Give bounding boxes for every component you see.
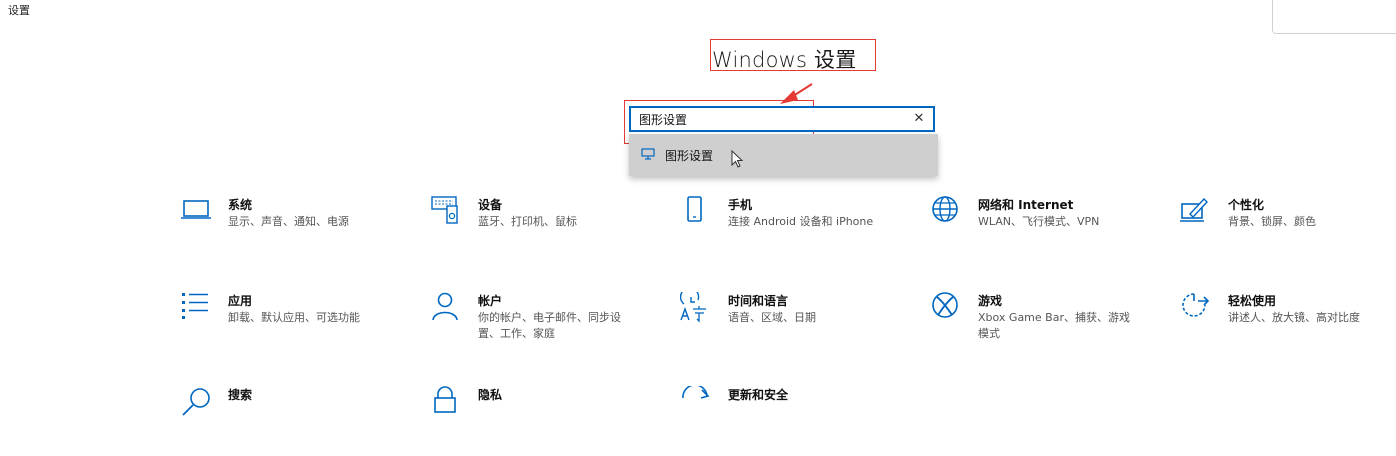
apps-list-icon bbox=[182, 293, 208, 319]
tile-personalization[interactable]: 个性化 背景、锁屏、颜色 bbox=[1180, 196, 1396, 266]
tile-name: 搜索 bbox=[228, 388, 253, 402]
tile-name: 轻松使用 bbox=[1228, 294, 1277, 308]
tile-name: 手机 bbox=[728, 198, 753, 212]
search-box[interactable]: ✕ bbox=[629, 106, 935, 132]
tile-name: 应用 bbox=[228, 294, 253, 308]
tile-privacy[interactable]: 隐私 bbox=[430, 386, 660, 456]
tile-apps[interactable]: 应用 卸载、默认应用、可选功能 bbox=[180, 292, 410, 362]
tile-name: 时间和语言 bbox=[728, 294, 789, 308]
clear-search-button[interactable]: ✕ bbox=[911, 110, 927, 128]
tile-accounts[interactable]: 帐户 你的帐户、电子邮件、同步设置、工作、家庭 bbox=[430, 292, 660, 362]
suggestion-item[interactable]: 图形设置 bbox=[629, 134, 938, 176]
tile-phone[interactable]: 手机 连接 Android 设备和 iPhone bbox=[680, 196, 910, 266]
suggestion-label: 图形设置 bbox=[665, 149, 714, 163]
annotation-box-title bbox=[710, 39, 876, 71]
tile-name: 系统 bbox=[228, 198, 253, 212]
tile-name: 隐私 bbox=[478, 388, 503, 402]
lock-icon bbox=[434, 386, 456, 413]
tile-desc: 蓝牙、打印机、鼠标 bbox=[478, 215, 577, 228]
tile-system[interactable]: 系统 显示、声音、通知、电源 bbox=[180, 196, 410, 266]
phone-icon bbox=[687, 196, 702, 222]
search-icon bbox=[182, 388, 210, 416]
tile-desc: 卸载、默认应用、可选功能 bbox=[228, 311, 360, 324]
tile-desc: 讲述人、放大镜、高对比度 bbox=[1228, 311, 1360, 324]
window-controls-area bbox=[1272, 0, 1396, 34]
search-input[interactable] bbox=[639, 110, 909, 128]
tile-gaming[interactable]: 游戏 Xbox Game Bar、捕获、游戏模式 bbox=[930, 292, 1160, 362]
ease-of-access-icon bbox=[1182, 293, 1210, 317]
person-icon bbox=[432, 292, 458, 321]
search-suggestions: 图形设置 bbox=[629, 134, 938, 176]
tile-time-language[interactable]: 时间和语言 语音、区域、日期 bbox=[680, 292, 910, 362]
tile-desc: Xbox Game Bar、捕获、游戏模式 bbox=[978, 311, 1130, 340]
tile-name: 设备 bbox=[478, 198, 503, 212]
update-icon bbox=[682, 386, 710, 399]
devices-icon bbox=[431, 196, 458, 224]
tile-desc: 语音、区域、日期 bbox=[728, 311, 816, 324]
tile-name: 帐户 bbox=[478, 294, 503, 308]
tile-desc: 背景、锁屏、颜色 bbox=[1228, 215, 1316, 228]
tile-desc: 连接 Android 设备和 iPhone bbox=[728, 215, 874, 228]
tile-name: 网络和 Internet bbox=[978, 198, 1074, 212]
tile-update-security[interactable]: 更新和安全 bbox=[680, 386, 910, 456]
tile-search[interactable]: 搜索 bbox=[180, 386, 410, 456]
tile-ease-of-access[interactable]: 轻松使用 讲述人、放大镜、高对比度 bbox=[1180, 292, 1396, 362]
monitor-icon bbox=[641, 148, 655, 160]
time-language-icon bbox=[680, 292, 706, 323]
globe-icon bbox=[932, 196, 958, 222]
tile-desc: WLAN、飞行模式、VPN bbox=[978, 215, 1100, 228]
tile-devices[interactable]: 设备 蓝牙、打印机、鼠标 bbox=[430, 196, 660, 266]
tile-desc: 显示、声音、通知、电源 bbox=[228, 215, 349, 228]
xbox-icon bbox=[932, 292, 958, 318]
mouse-cursor-icon bbox=[731, 150, 744, 168]
tile-desc: 你的帐户、电子邮件、同步设置、工作、家庭 bbox=[478, 311, 621, 340]
tile-name: 游戏 bbox=[978, 294, 1003, 308]
window-title: 设置 bbox=[8, 4, 30, 17]
tile-name: 个性化 bbox=[1228, 198, 1265, 212]
laptop-icon bbox=[181, 200, 211, 219]
tile-network[interactable]: 网络和 Internet WLAN、飞行模式、VPN bbox=[930, 196, 1160, 266]
personalize-icon bbox=[1180, 197, 1208, 222]
tile-name: 更新和安全 bbox=[728, 388, 789, 402]
